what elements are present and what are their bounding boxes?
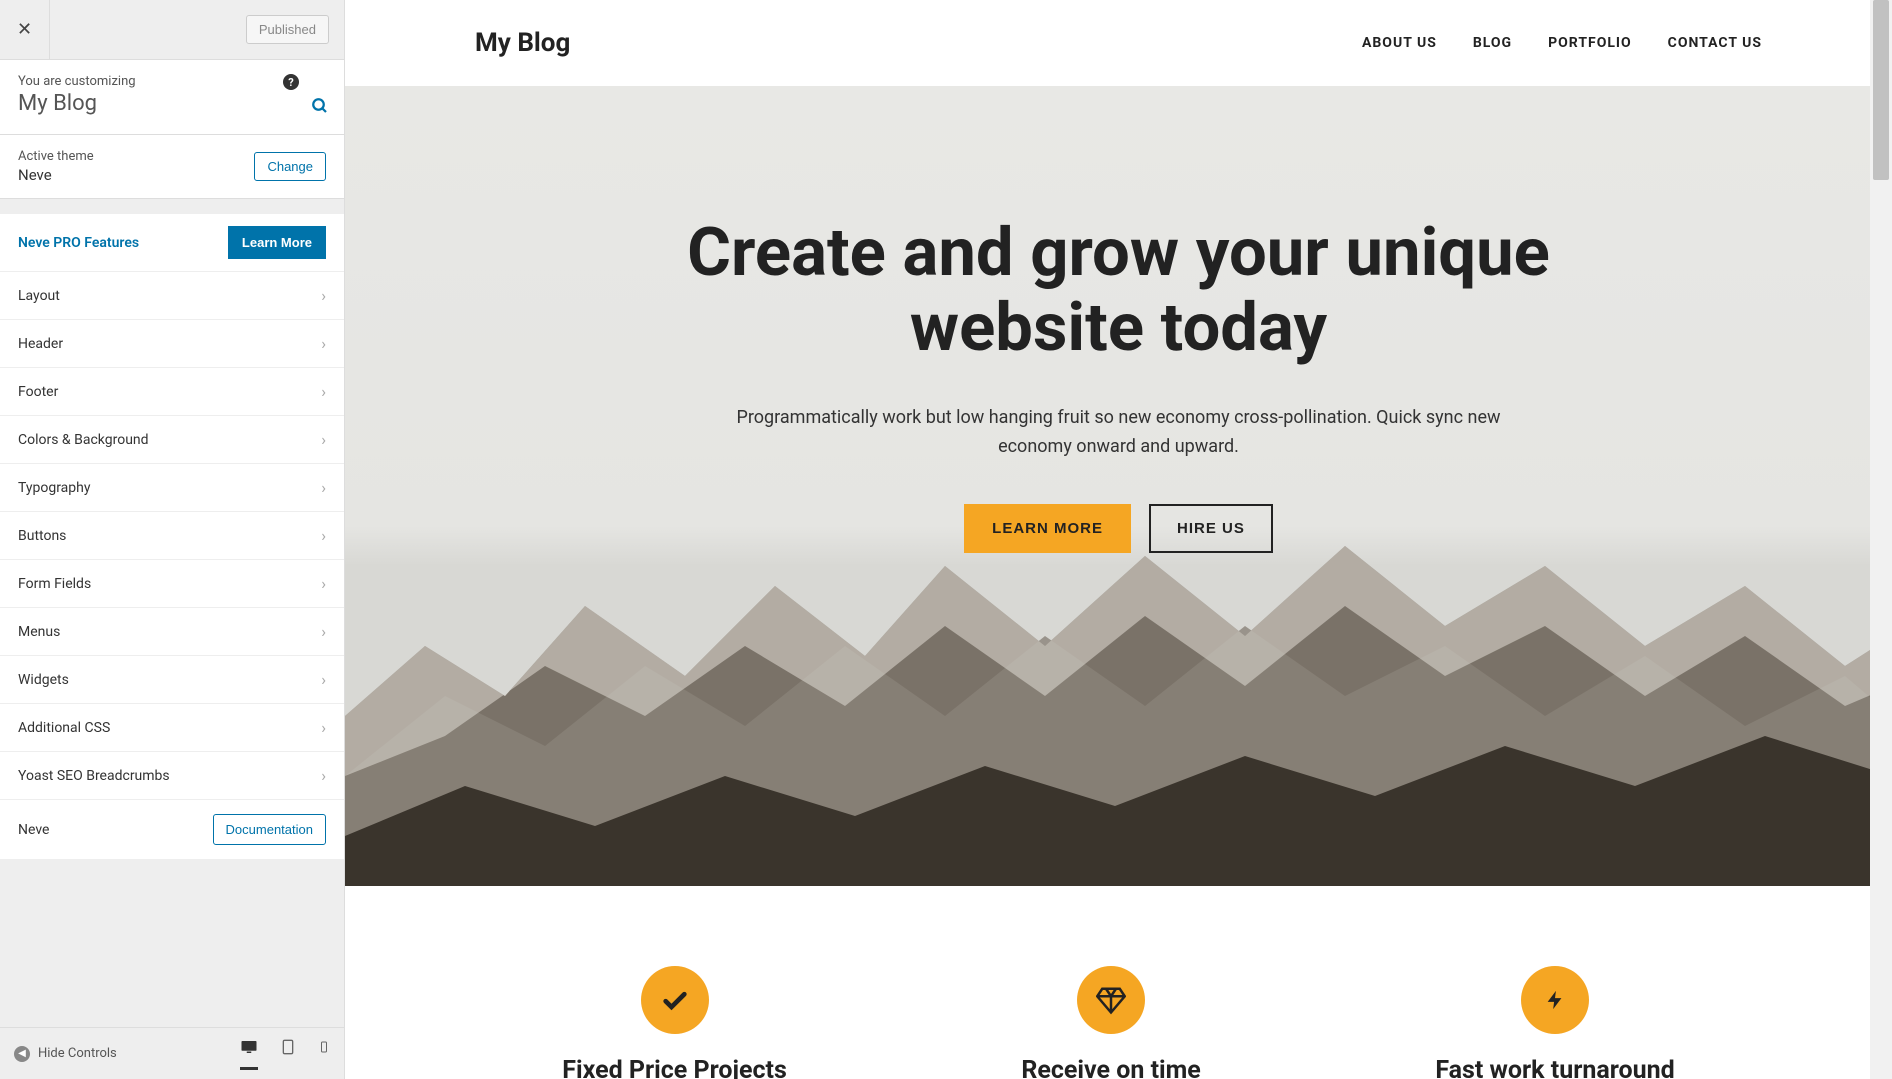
mobile-icon[interactable]: [318, 1038, 330, 1070]
menu-item-header[interactable]: Header ›: [0, 320, 344, 368]
bolt-icon: [1521, 966, 1589, 1034]
active-theme-block: Active theme Neve Change: [0, 135, 344, 199]
change-theme-button[interactable]: Change: [254, 152, 326, 181]
site-title[interactable]: My Blog: [475, 28, 570, 58]
chevron-right-icon: ›: [321, 622, 326, 641]
hide-controls-button[interactable]: ◀ Hide Controls: [14, 1046, 117, 1062]
nav-item-about[interactable]: ABOUT US: [1362, 35, 1437, 51]
menu-label: Menus: [18, 624, 60, 640]
menu-item-form-fields[interactable]: Form Fields ›: [0, 560, 344, 608]
hero-buttons: LEARN MORE HIRE US: [964, 504, 1273, 553]
menu-label: Colors & Background: [18, 432, 149, 448]
menu-label: Yoast SEO Breadcrumbs: [18, 768, 170, 784]
chevron-right-icon: ›: [321, 670, 326, 689]
feature-title: Fixed Price Projects: [562, 1056, 787, 1079]
menu-label: Footer: [18, 384, 58, 400]
chevron-right-icon: ›: [321, 334, 326, 353]
menu-label: Widgets: [18, 672, 69, 688]
chevron-right-icon: ›: [321, 766, 326, 785]
menu-label: Additional CSS: [18, 720, 110, 736]
feature-item: Fast work turnaround: [1435, 966, 1674, 1079]
menu-label: Buttons: [18, 528, 66, 544]
pro-features-label: Neve PRO Features: [18, 235, 139, 251]
chevron-right-icon: ›: [321, 718, 326, 737]
customizer-sidebar: ✕ Published You are customizing My Blog …: [0, 0, 345, 1079]
menu-label: Typography: [18, 480, 90, 496]
feature-title: Receive on time: [1021, 1056, 1200, 1079]
hero-hire-us-button[interactable]: HIRE US: [1149, 504, 1273, 553]
sidebar-footer: ◀ Hide Controls: [0, 1027, 344, 1079]
nav-item-blog[interactable]: BLOG: [1473, 35, 1512, 51]
sidebar-top-bar: ✕ Published: [0, 0, 344, 60]
customizer-menu: Layout › Header › Footer › Colors & Backgro…: [0, 272, 344, 800]
site-preview: My Blog ABOUT US BLOG PORTFOLIO CONTACT …: [345, 0, 1892, 1079]
features-section: Fixed Price Projects Receive on time Fas…: [345, 886, 1892, 1079]
primary-nav: ABOUT US BLOG PORTFOLIO CONTACT US: [1362, 35, 1762, 51]
collapse-icon: ◀: [14, 1046, 30, 1062]
customizing-site-name: My Blog: [18, 91, 326, 116]
pro-features-block: Neve PRO Features Learn More: [0, 213, 344, 272]
hero-section: Create and grow your unique website toda…: [345, 86, 1892, 886]
feature-title: Fast work turnaround: [1435, 1056, 1674, 1079]
help-icon[interactable]: ?: [283, 74, 299, 90]
menu-item-additional-css[interactable]: Additional CSS ›: [0, 704, 344, 752]
check-icon: [641, 966, 709, 1034]
chevron-right-icon: ›: [321, 286, 326, 305]
hide-controls-label: Hide Controls: [38, 1046, 117, 1061]
feature-item: Receive on time: [1021, 966, 1200, 1079]
tablet-icon[interactable]: [280, 1038, 296, 1070]
chevron-right-icon: ›: [321, 478, 326, 497]
desktop-icon[interactable]: [240, 1038, 258, 1070]
hero-learn-more-button[interactable]: LEARN MORE: [964, 504, 1131, 553]
menu-item-colors[interactable]: Colors & Background ›: [0, 416, 344, 464]
site-header: My Blog ABOUT US BLOG PORTFOLIO CONTACT …: [345, 0, 1892, 86]
menu-label: Form Fields: [18, 576, 91, 592]
doc-theme-name: Neve: [18, 822, 49, 838]
menu-label: Header: [18, 336, 63, 352]
active-theme-label: Active theme: [18, 149, 94, 164]
chevron-right-icon: ›: [321, 526, 326, 545]
feature-item: Fixed Price Projects: [562, 966, 787, 1079]
menu-item-buttons[interactable]: Buttons ›: [0, 512, 344, 560]
close-button[interactable]: ✕: [0, 0, 50, 60]
chevron-right-icon: ›: [321, 574, 326, 593]
customizing-block: You are customizing My Blog ?: [0, 60, 344, 135]
documentation-button[interactable]: Documentation: [213, 814, 326, 845]
published-button[interactable]: Published: [246, 15, 329, 44]
diamond-icon: [1077, 966, 1145, 1034]
menu-item-widgets[interactable]: Widgets ›: [0, 656, 344, 704]
pro-learn-more-button[interactable]: Learn More: [228, 226, 326, 259]
scrollbar-thumb[interactable]: [1873, 0, 1889, 180]
nav-item-portfolio[interactable]: PORTFOLIO: [1548, 35, 1632, 51]
nav-item-contact[interactable]: CONTACT US: [1668, 35, 1762, 51]
menu-item-menus[interactable]: Menus ›: [0, 608, 344, 656]
menu-item-typography[interactable]: Typography ›: [0, 464, 344, 512]
hero-subtitle: Programmatically work but low hanging fr…: [709, 404, 1529, 462]
customizing-label: You are customizing: [18, 74, 326, 89]
theme-name: Neve: [18, 166, 94, 184]
chevron-right-icon: ›: [321, 382, 326, 401]
menu-item-yoast-breadcrumbs[interactable]: Yoast SEO Breadcrumbs ›: [0, 752, 344, 800]
chevron-right-icon: ›: [321, 430, 326, 449]
hero-background-mountains: [345, 496, 1892, 886]
hero-title: Create and grow your unique website toda…: [619, 216, 1619, 366]
menu-label: Layout: [18, 288, 60, 304]
documentation-block: Neve Documentation: [0, 800, 344, 860]
search-icon[interactable]: [311, 97, 329, 120]
menu-item-footer[interactable]: Footer ›: [0, 368, 344, 416]
scrollbar-track[interactable]: [1870, 0, 1892, 1079]
device-preview-icons: [240, 1038, 330, 1070]
menu-item-layout[interactable]: Layout ›: [0, 272, 344, 320]
